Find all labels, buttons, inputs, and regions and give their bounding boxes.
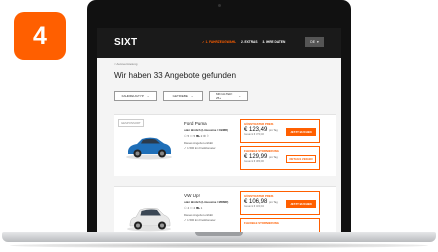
sponsored-tag: GESPONSORT [118,119,144,127]
car-image [126,137,172,160]
car-name[interactable]: Ford Puma [184,121,207,126]
chevron-down-icon: ⌄ [238,94,241,98]
webcam-icon [218,4,221,7]
step-extras[interactable]: 2. EXTRAS [241,40,257,44]
chevron-down-icon: ⌄ [146,94,150,98]
step-your-data[interactable]: 3. IHRE DATEN [263,40,286,44]
booking-steps: ✓ 1. FAHRZEUGWAHL 2. EXTRAS 3. IHRE DATE… [202,40,285,44]
offer-card[interactable]: GESPONSORT Ford Puma oder ähnlich (Limou… [114,114,336,176]
car-image [127,207,171,232]
show-details-button[interactable]: DETAILS ZEIGEN [286,155,316,163]
step-number-badge: 4 [14,12,66,60]
price-options: GÜNSTIGSTER PREIS € 106,98 pro Tag Gesam… [240,191,320,232]
car-category: oder ähnlich (Limousine / MDMR) [184,200,229,204]
filter-label: GETRIEBE [172,94,188,98]
car-specs: ⚇ 5 ⚏ 5 ⛟ 2 ⚙ ⚐ [184,134,210,138]
breadcrumb[interactable]: < Autovermietung [114,62,137,66]
filter-label: MIN ALTER: 25+ [216,92,233,100]
language-label: DE [310,40,315,44]
sixt-logo[interactable]: SIXT [114,37,137,48]
offer-card[interactable]: VW Up! oder ähnlich (Limousine / MDMR) ⚇… [114,186,336,232]
chevron-down-icon: ⌄ [190,94,194,98]
laptop-screen: SIXT ✓ 1. FAHRZEUGWAHL 2. EXTRAS 3. IHRE… [97,28,341,232]
price-option-title: GÜNSTIGSTER PREIS [244,122,274,126]
step-vehicle-selection[interactable]: ✓ 1. FAHRZEUGWAHL [202,40,236,44]
book-now-button[interactable]: JETZT BUCHEN [286,128,316,136]
offer-includes-item: ✓ 1.500 km Freikilometer [184,146,216,150]
laptop-notch [195,232,243,236]
language-selector[interactable]: DE ▾ [305,37,324,47]
laptop-shadow [10,243,428,248]
price-option-flexible[interactable]: FLEXIBLE STORNIERUNG € 129,99 pro Tag Ge… [240,146,320,170]
book-now-button[interactable]: JETZT BUCHEN [286,200,316,208]
page-title: Wir haben 33 Angebote gefunden [114,71,237,80]
stage: SIXT ✓ 1. FAHRZEUGWAHL 2. EXTRAS 3. IHRE… [0,0,438,252]
car-category: oder ähnlich (Limousine / CBMR) [184,128,228,132]
price-option-cheapest[interactable]: GÜNSTIGSTER PREIS € 106,98 pro Tag Gesam… [240,191,320,215]
price-option-flexible[interactable]: FLEXIBLE STORNIERUNG [240,218,320,232]
offer-includes-label: Dieses Angebot enthält [184,141,213,145]
car-name[interactable]: VW Up! [184,193,200,198]
price-option-title: FLEXIBLE STORNIERUNG [244,149,279,153]
price-options: GÜNSTIGSTER PREIS € 123,49 pro Tag Gesam… [240,119,320,173]
filter-label: FAHRZEUGTYP [121,94,144,98]
filter-min-age[interactable]: MIN ALTER: 25+ ⌄ [209,91,248,101]
price-option-title: GÜNSTIGSTER PREIS [244,194,274,198]
chevron-down-icon: ▾ [317,40,319,44]
filter-transmission[interactable]: GETRIEBE ⌄ [163,91,203,101]
price-option-title: FLEXIBLE STORNIERUNG [244,221,279,225]
offer-includes-item: ✓ 1.500 km Freikilometer [184,218,216,222]
filter-vehicle-type[interactable]: FAHRZEUGTYP ⌄ [114,91,157,101]
offer-includes-label: Dieses Angebot enthält [184,213,213,217]
car-specs: ⚇ 4 ⚏ 2 ⛟ 1 [184,206,203,210]
top-navigation: SIXT ✓ 1. FAHRZEUGWAHL 2. EXTRAS 3. IHRE… [97,28,341,58]
price-option-cheapest[interactable]: GÜNSTIGSTER PREIS € 123,49 pro Tag Gesam… [240,119,320,143]
filter-bar: FAHRZEUGTYP ⌄ GETRIEBE ⌄ MIN ALTER: 25+ … [114,91,248,101]
